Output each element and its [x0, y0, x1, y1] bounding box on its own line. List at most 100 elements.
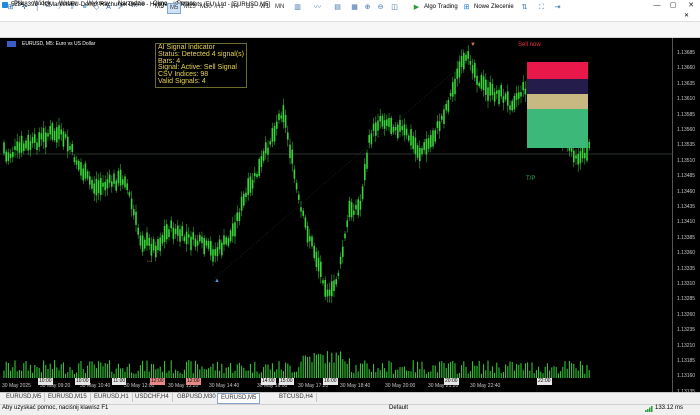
candle-body: [405, 128, 408, 136]
new-order-button[interactable]: Nowe Zlecenie: [474, 3, 514, 12]
auto-scroll-icon[interactable]: ⇥: [553, 3, 562, 12]
chart-type-icon[interactable]: ▥: [293, 3, 302, 12]
candle-body: [509, 105, 511, 110]
buy-sell-icon[interactable]: ⇅: [520, 3, 529, 12]
candle-body: [410, 128, 412, 146]
candle-body: [467, 51, 469, 59]
menu-close-icon[interactable]: ✕: [684, 12, 689, 19]
play-icon: ▶: [413, 4, 420, 11]
candle-body: [122, 179, 124, 185]
candle-body: [289, 144, 291, 159]
maximize-button[interactable]: ▢: [666, 1, 680, 10]
candle-body: [489, 82, 491, 96]
timeframe-h1[interactable]: H1: [214, 3, 226, 12]
timeframe-m30[interactable]: M30: [198, 3, 214, 12]
candle-body: [359, 200, 362, 210]
time-tick: 30 May 22:40: [470, 383, 501, 389]
candle-body: [344, 233, 346, 239]
candle-body: [403, 124, 406, 136]
candle-body: [458, 61, 461, 78]
text-icon[interactable]: A: [104, 3, 113, 12]
signal-arrow: ↔: [146, 258, 152, 264]
templates-icon[interactable]: ▤: [333, 3, 342, 12]
connection-icon: [645, 406, 653, 412]
candle-body: [185, 231, 188, 245]
price-axis[interactable]: [672, 38, 700, 392]
price-tick: 1.13635: [677, 80, 696, 87]
timeframe-mn[interactable]: MN: [273, 3, 286, 12]
candle-body: [135, 211, 137, 225]
candle-body: [91, 179, 93, 189]
new-chart-icon[interactable]: ⊞: [6, 3, 15, 12]
candle-body: [69, 146, 71, 150]
candle-body: [207, 241, 210, 249]
candle-body: [78, 160, 80, 170]
algo-trading-button[interactable]: Algo Trading: [424, 3, 458, 12]
candle-body: [454, 78, 456, 95]
indicator-icon[interactable]: 〰: [313, 3, 322, 12]
timeframe-h4[interactable]: H4: [229, 3, 241, 12]
candle-body: [183, 236, 186, 241]
tile-icon[interactable]: ◫: [390, 3, 399, 12]
candle-body: [80, 162, 82, 176]
tab-eurusd-m5[interactable]: EURUSD,M5: [3, 393, 46, 402]
timeframe-m1[interactable]: M1: [153, 3, 165, 12]
info-line: Valid Signals: 4: [158, 77, 206, 85]
candle-body: [350, 201, 353, 218]
crosshair-icon[interactable]: ✛: [20, 3, 29, 12]
candle-body: [265, 142, 267, 154]
candle-body: [89, 176, 91, 185]
chart-window[interactable]: ↔ ▲ ▼: [0, 38, 700, 392]
shapes-icon[interactable]: ◇: [92, 3, 101, 12]
candle-body: [291, 149, 293, 164]
tab-eurusd-m5-active[interactable]: EURUSD,M5: [217, 393, 261, 404]
timeframe-d1[interactable]: D1: [244, 3, 256, 12]
candle-body: [25, 140, 27, 149]
arrow-icon[interactable]: ➚: [116, 3, 125, 12]
zoom-out-icon[interactable]: ⊖: [376, 3, 385, 12]
one-click-icon[interactable]: ⛶: [537, 3, 546, 12]
candle-body: [456, 68, 458, 79]
timeframe-w1[interactable]: W1: [258, 3, 271, 12]
zoom-in-icon[interactable]: ⊕: [363, 3, 372, 12]
candle-body: [399, 120, 401, 132]
time-tick: 30 May 20:00: [385, 383, 416, 389]
candle-body: [243, 193, 245, 206]
candle-body: [276, 121, 278, 129]
close-button[interactable]: ✕: [684, 1, 698, 10]
trendline-icon[interactable]: ⁄: [56, 3, 65, 12]
toolbar: [0, 22, 700, 38]
candle-body: [364, 164, 366, 181]
candle-body: [152, 239, 155, 251]
candle-body: [245, 192, 247, 197]
candle-body: [188, 234, 190, 238]
grid-icon[interactable]: ▦: [350, 3, 359, 12]
candle-body: [416, 145, 419, 158]
tab-eurusd-h1[interactable]: EURUSD,H1: [91, 393, 133, 402]
candle-body: [287, 132, 289, 140]
candle-body: [47, 133, 49, 137]
candle-body: [577, 153, 579, 165]
vertical-line-icon[interactable]: │: [33, 3, 42, 12]
channel-icon[interactable]: ⫽: [68, 3, 77, 12]
candle-body: [108, 174, 111, 183]
more-tools-icon[interactable]: ⋯: [130, 3, 139, 12]
tab-eurusd-m15[interactable]: EURUSD,M15: [45, 393, 91, 402]
fibonacci-icon[interactable]: ≡: [80, 3, 89, 12]
candle-body: [212, 249, 214, 262]
candle-body: [31, 137, 34, 144]
candle-body: [141, 235, 144, 252]
candle-body: [254, 173, 256, 177]
horizontal-line-icon[interactable]: ─: [44, 3, 53, 12]
candle-body: [95, 178, 98, 196]
price-chart[interactable]: ↔ ▲ ▼: [0, 38, 700, 392]
timeframe-m15[interactable]: M15: [182, 3, 198, 12]
tab-btcusd-h4[interactable]: BTCUSD,H4: [276, 393, 318, 402]
tab-gbpusd-m30[interactable]: GBPUSD,M30: [174, 393, 220, 402]
tab-usdchf-h4[interactable]: USDCHF,H4: [132, 393, 173, 402]
candle-body: [306, 226, 309, 243]
timeframe-m5[interactable]: M5: [167, 3, 182, 14]
session-time-box: 12:00: [150, 378, 165, 385]
minimize-button[interactable]: —: [650, 1, 664, 10]
candle-body: [480, 75, 483, 89]
